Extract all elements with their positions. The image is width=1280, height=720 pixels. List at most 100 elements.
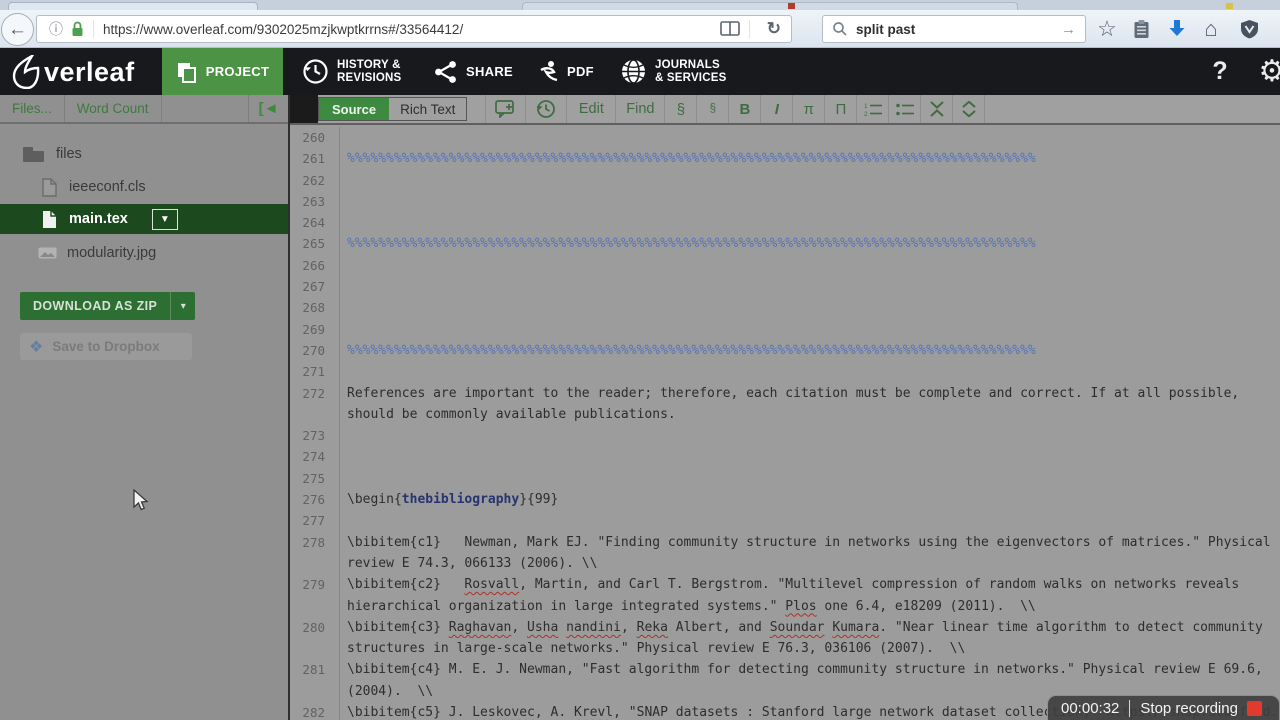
download-zip-label[interactable]: DOWNLOAD AS ZIP — [20, 292, 171, 320]
help-icon: ? — [1212, 57, 1228, 85]
editor-line[interactable]: 272 References are important to the reade… — [290, 383, 1280, 404]
file-name: modularity.jpg — [67, 245, 157, 261]
divider — [93, 20, 94, 38]
download-zip-caret[interactable]: ▾ — [170, 292, 196, 320]
site-info-icon[interactable]: ⓘ — [49, 19, 63, 39]
reading-list-icon[interactable] — [719, 21, 740, 37]
stop-recording-button[interactable]: Stop recording — [1140, 700, 1238, 717]
section-button[interactable]: § — [665, 95, 698, 123]
editor-line[interactable]: 263 — [290, 191, 1280, 212]
files-menu-button[interactable]: Files... — [0, 95, 65, 122]
italic-button[interactable]: I — [761, 95, 794, 123]
home-icon[interactable]: ⌂ — [1196, 14, 1226, 44]
save-to-dropbox-button[interactable]: ❖ Save to Dropbox — [20, 333, 192, 360]
share-button[interactable]: SHARE — [434, 48, 513, 95]
source-editor[interactable]: 260 261%%%%%%%%%%%%%%%%%%%%%%%%%%%%%%%%%%… — [290, 127, 1280, 720]
help-button[interactable]: ? — [1202, 48, 1238, 95]
inline-math-button[interactable]: π — [793, 95, 826, 123]
journals-services-button[interactable]: JOURNALS & SERVICES — [620, 48, 726, 95]
editor-line[interactable]: 267 — [290, 276, 1280, 297]
tree-folder-files[interactable]: files — [22, 143, 288, 165]
gear-icon: ⚙ — [1258, 55, 1280, 88]
unfold-lines-button[interactable] — [953, 95, 986, 123]
pdf-button[interactable]: PDF — [538, 48, 594, 95]
bookmark-star-icon[interactable]: ☆ — [1092, 14, 1122, 44]
history-revisions-button[interactable]: HISTORY & REVISIONS — [302, 48, 401, 95]
bold-button[interactable]: B — [729, 95, 762, 123]
editor-line[interactable]: 262 — [290, 170, 1280, 191]
editor-line[interactable]: 268 — [290, 297, 1280, 318]
source-mode-button[interactable]: Source — [319, 98, 390, 120]
tree-file-maintex-selected[interactable]: main.tex ▼ — [0, 204, 288, 234]
editor-line[interactable]: 273 — [290, 425, 1280, 446]
project-button[interactable]: PROJECT — [162, 48, 283, 95]
settings-button[interactable]: ⚙ — [1252, 48, 1280, 95]
editor-line[interactable]: 274 — [290, 446, 1280, 467]
editor-line[interactable]: 264 — [290, 212, 1280, 233]
chevron-down-icon: ▾ — [180, 300, 186, 312]
add-comment-button[interactable] — [485, 95, 527, 123]
editor-line[interactable]: 265%%%%%%%%%%%%%%%%%%%%%%%%%%%%%%%%%%%%%… — [290, 233, 1280, 254]
file-menu-button[interactable]: ▼ — [151, 208, 178, 230]
editor-line[interactable]: 281 \bibitem{c4} M. E. J. Newman, "Fast a… — [290, 659, 1280, 680]
fold-lines-button[interactable] — [921, 95, 954, 123]
editor-line[interactable]: 260 — [290, 127, 1280, 148]
editor-line[interactable]: 270%%%%%%%%%%%%%%%%%%%%%%%%%%%%%%%%%%%%%… — [290, 340, 1280, 361]
find-button[interactable]: Find — [616, 95, 666, 123]
history-clock-icon — [303, 59, 328, 84]
url-text[interactable]: https://www.overleaf.com/9302025mzjkwptk… — [103, 22, 720, 37]
editor-line[interactable]: 276 \begin{thebibliography}{99} — [290, 489, 1280, 510]
browser-tab-active[interactable] — [8, 2, 258, 10]
line-content — [331, 170, 1280, 191]
back-button[interactable]: ← — [1, 13, 34, 46]
display-math-button[interactable]: Π — [825, 95, 858, 123]
go-arrow-icon[interactable]: → — [1061, 21, 1076, 38]
bullet-list-button[interactable] — [889, 95, 922, 123]
history-button[interactable] — [526, 95, 568, 123]
clipboard-icon[interactable] — [1126, 14, 1156, 44]
editor-line[interactable]: review E 74.3, 066133 (2006). \\ — [290, 553, 1280, 574]
editor-line[interactable]: hierarchical organization in large integ… — [290, 596, 1280, 617]
reload-icon[interactable]: ↻ — [767, 19, 781, 39]
line-content — [331, 510, 1280, 531]
line-number: 273 — [302, 428, 325, 444]
gutter-divider — [339, 127, 340, 720]
downloads-icon[interactable] — [1162, 14, 1192, 44]
word-count-button[interactable]: Word Count — [65, 95, 162, 122]
editor-line[interactable]: should be commonly available publication… — [290, 404, 1280, 425]
numbered-list-icon: 1 2 — [864, 103, 882, 117]
editor-line[interactable]: 277 — [290, 510, 1280, 531]
svg-text:2: 2 — [864, 111, 868, 117]
stop-recording-icon[interactable] — [1246, 700, 1262, 716]
editor-line[interactable]: 278 \bibitem{c1} Newman, Mark EJ. "Findin… — [290, 532, 1280, 553]
tree-file-modularity[interactable]: modularity.jpg — [38, 241, 288, 265]
editor-line[interactable]: 280 \bibitem{c3} Raghavan, Usha nandini, … — [290, 617, 1280, 638]
editor-line[interactable]: 275 — [290, 468, 1280, 489]
line-number: 267 — [302, 279, 325, 295]
editor-line[interactable]: 266 — [290, 255, 1280, 276]
overleaf-logo[interactable]: verleaf — [12, 55, 135, 89]
add-comment-icon — [495, 100, 514, 118]
search-input[interactable]: split past — [856, 22, 1061, 37]
line-number: 271 — [302, 364, 325, 380]
editor-line[interactable]: structures in large-scale networks." Phy… — [290, 638, 1280, 659]
editor-line[interactable]: 261%%%%%%%%%%%%%%%%%%%%%%%%%%%%%%%%%%%%%… — [290, 148, 1280, 169]
editor-line[interactable]: 279 \bibitem{c2} Rosvall, Martin, and Car… — [290, 574, 1280, 595]
search-box[interactable]: split past → — [822, 15, 1086, 43]
shield-icon[interactable] — [1234, 14, 1264, 44]
download-zip-button[interactable]: DOWNLOAD AS ZIP ▾ — [20, 292, 196, 320]
rich-text-mode-button[interactable]: Rich Text — [389, 98, 466, 120]
line-number: 265 — [302, 236, 325, 252]
editor-line[interactable]: 269 — [290, 319, 1280, 340]
tree-file-ieeeconf[interactable]: ieeeconf.cls — [42, 175, 288, 199]
subsection-button[interactable]: § — [697, 95, 730, 123]
file-tree: files ieeeconf.cls main.tex ▼ modularity… — [0, 124, 288, 265]
browser-tab-other[interactable] — [522, 2, 1018, 10]
line-content: hierarchical organization in large integ… — [347, 598, 1036, 614]
url-bar[interactable]: ⓘ https://www.overleaf.com/9302025mzjkwp… — [36, 15, 792, 43]
file-name: main.tex — [69, 211, 128, 227]
editor-line[interactable]: 271 — [290, 361, 1280, 382]
collapse-sidebar-button[interactable]: [◄ — [248, 95, 288, 122]
numbered-list-button[interactable]: 1 2 — [857, 95, 890, 123]
edit-menu-button[interactable]: Edit — [567, 95, 617, 123]
